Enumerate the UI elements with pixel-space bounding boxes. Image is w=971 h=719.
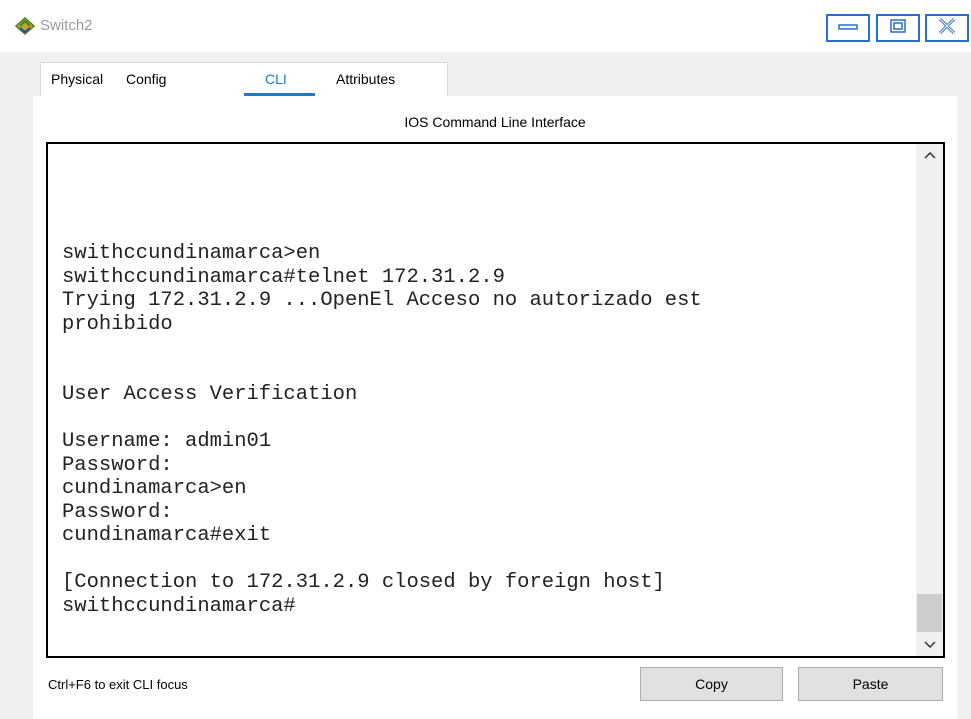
cli-terminal[interactable]: swithccundinamarca>en swithccundinamarca#… bbox=[46, 142, 945, 658]
close-button[interactable] bbox=[925, 14, 969, 42]
maximize-button[interactable] bbox=[876, 14, 920, 42]
terminal-line: cundinamarca>en bbox=[62, 477, 247, 500]
terminal-line: User Access Verification bbox=[62, 383, 358, 406]
terminal-line: Password: bbox=[62, 453, 173, 477]
terminal-line: swithccundinamarca# bbox=[62, 594, 296, 618]
scroll-thumb[interactable] bbox=[917, 594, 942, 632]
minimize-button[interactable] bbox=[826, 14, 870, 42]
terminal-line: [Connection to 172.31.2.9 closed by fore… bbox=[62, 571, 665, 594]
terminal-line: prohibido bbox=[62, 312, 173, 336]
tab-config[interactable]: Config bbox=[126, 71, 166, 87]
terminal-line: Password: bbox=[62, 500, 173, 524]
copy-button[interactable]: Copy bbox=[640, 667, 783, 701]
maximize-icon bbox=[890, 18, 906, 38]
terminal-line: cundinamarca#exit bbox=[62, 524, 272, 547]
panel-title: IOS Command Line Interface bbox=[404, 114, 586, 130]
terminal-line: Trying 172.31.2.9 ...OpenEl Acceso no au… bbox=[62, 289, 702, 312]
window-title: Switch2 bbox=[40, 17, 93, 34]
close-icon bbox=[937, 17, 957, 40]
minimize-icon bbox=[838, 19, 858, 37]
device-window: Switch2 Physical Config CLI Attributes I… bbox=[0, 0, 971, 719]
tab-attributes[interactable]: Attributes bbox=[336, 71, 395, 87]
cli-focus-hint: Ctrl+F6 to exit CLI focus bbox=[48, 677, 188, 692]
terminal-output: swithccundinamarca>en swithccundinamarca#… bbox=[62, 242, 912, 618]
scroll-up-button[interactable] bbox=[916, 144, 943, 166]
tab-bar: Physical Config CLI Attributes bbox=[40, 62, 448, 96]
terminal-line: Username: admin01 bbox=[62, 430, 272, 453]
tab-cli[interactable]: CLI bbox=[265, 71, 287, 87]
chevron-up-icon bbox=[923, 146, 936, 164]
paste-button[interactable]: Paste bbox=[798, 667, 943, 701]
terminal-line: swithccundinamarca#telnet 172.31.2.9 bbox=[62, 265, 505, 289]
title-bar[interactable]: Switch2 bbox=[0, 0, 971, 52]
switch-device-icon bbox=[14, 16, 36, 36]
scroll-down-button[interactable] bbox=[916, 634, 943, 656]
terminal-scrollbar[interactable] bbox=[916, 144, 943, 656]
tab-physical[interactable]: Physical bbox=[51, 71, 103, 87]
chevron-down-icon bbox=[923, 636, 936, 654]
terminal-line: swithccundinamarca>en bbox=[62, 242, 321, 265]
